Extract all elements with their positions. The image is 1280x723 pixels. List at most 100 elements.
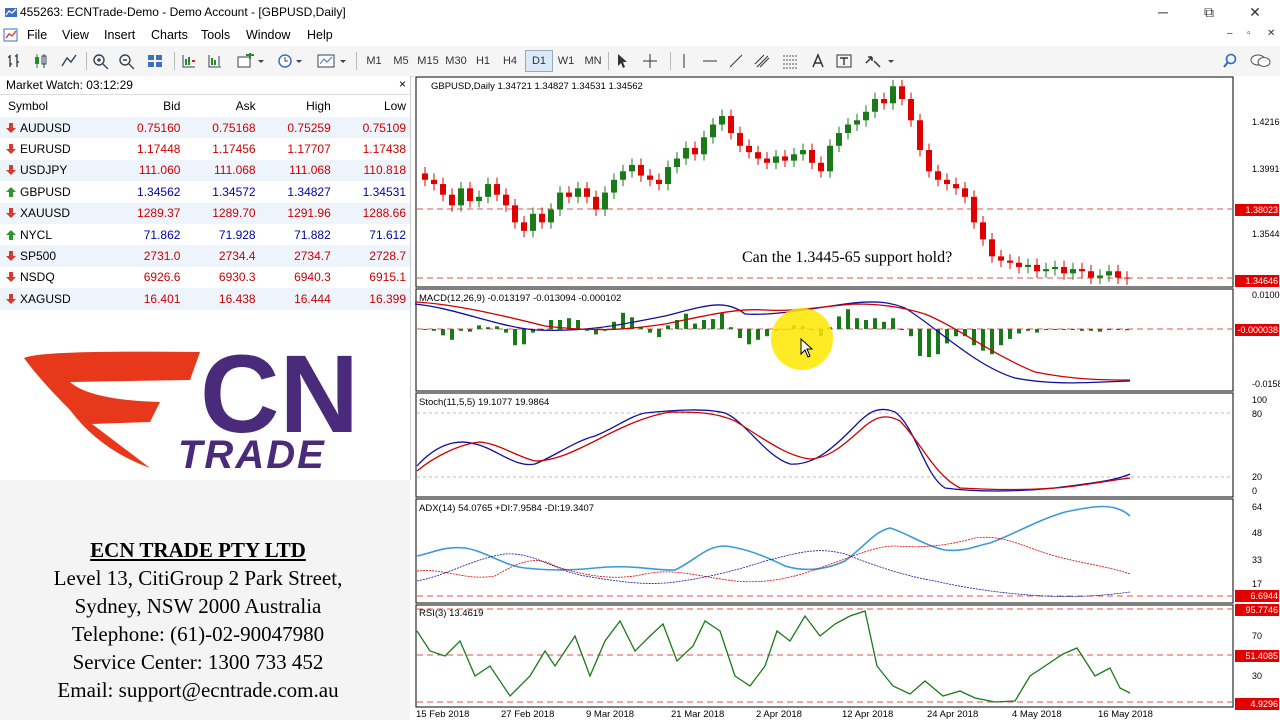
cell-text: 1.34827 (287, 184, 331, 199)
zoom-out-icon[interactable] (118, 50, 140, 72)
timeframe-h1-button[interactable]: H1 (470, 50, 496, 72)
cell-ask: 2734.4 (184, 245, 260, 267)
table-row[interactable]: EURUSD 1.17448 1.17456 1.17707 1.17438 (0, 138, 410, 160)
text-label-icon[interactable] (836, 50, 858, 72)
templates-icon[interactable] (316, 50, 350, 72)
cell-ask: 1.17456 (184, 138, 260, 160)
candle-body (710, 124, 716, 138)
timeframe-m5-button[interactable]: M5 (388, 50, 414, 72)
equidistant-channel-icon[interactable] (754, 50, 776, 72)
fibonacci-icon[interactable] (782, 50, 804, 72)
cell-text: 1.17707 (287, 142, 331, 157)
candle-body (530, 213, 536, 231)
vertical-line-icon[interactable] (676, 50, 698, 72)
date-axis-label: 24 Apr 2018 (927, 709, 979, 720)
market-watch-close-icon[interactable]: × (399, 77, 406, 91)
timeframe-mn-button[interactable]: MN (580, 50, 606, 72)
candle-body (440, 184, 446, 195)
macd-histogram-bar (1089, 329, 1093, 331)
horizontal-line-icon[interactable] (702, 50, 724, 72)
arrows-dropdown-icon[interactable] (864, 50, 900, 72)
table-row[interactable]: USDJPY 111.060 111.068 111.068 110.818 (0, 159, 410, 182)
macd-histogram-bar (846, 309, 850, 329)
candle-chart-icon[interactable] (32, 50, 54, 72)
table-header-row: Symbol Bid Ask High Low (0, 95, 410, 117)
periods-icon[interactable] (276, 50, 308, 72)
chart-annotation-text[interactable]: Can the 1.3445-65 support hold? (742, 249, 952, 267)
macd-histogram-bar (711, 319, 715, 329)
table-row[interactable]: XAGUSD 16.401 16.438 16.444 16.399 (0, 288, 410, 310)
line-chart-icon[interactable] (60, 50, 82, 72)
macd-axis-label: 0.010007 (1252, 290, 1280, 300)
mdi-restore-button[interactable]: ▫ (1247, 28, 1251, 39)
timeframe-h4-button[interactable]: H4 (497, 50, 523, 72)
text-tool-icon[interactable] (810, 50, 832, 72)
toolbar-separator (670, 52, 671, 70)
macd-histogram-bar (999, 329, 1003, 346)
adx-axis-label: 64 (1252, 502, 1263, 512)
adx-axis-label: 48 (1252, 528, 1263, 538)
date-axis-label: 12 Apr 2018 (842, 709, 894, 720)
close-button[interactable]: ✕ (1240, 3, 1270, 21)
table-row[interactable]: AUDUSD 0.75160 0.75168 0.75259 0.75109 (0, 117, 410, 139)
minimize-button[interactable]: ─ (1148, 3, 1178, 21)
chart-window[interactable]: GBPUSD,Daily 1.34721 1.34827 1.34531 1.3… (414, 76, 1280, 720)
cell-symbol: GBPUSD (0, 181, 110, 203)
candle-body (737, 133, 743, 146)
mdi-minimize-button[interactable]: – (1227, 28, 1233, 39)
cursor-arrow-icon[interactable] (614, 50, 636, 72)
candle-body (755, 152, 761, 159)
cell-symbol: SP500 (0, 245, 110, 267)
menu-insert[interactable]: Insert (104, 28, 135, 42)
tile-windows-icon[interactable] (146, 50, 168, 72)
candle-body (458, 188, 464, 206)
timeframe-m15-button[interactable]: M15 (415, 50, 441, 72)
cell-high: 16.444 (259, 288, 335, 310)
search-icon[interactable] (1222, 50, 1244, 72)
restore-button[interactable]: ⧉ (1194, 3, 1224, 21)
macd-histogram-bar (513, 329, 517, 346)
macd-histogram-bar (1098, 329, 1102, 332)
timeframe-w1-button[interactable]: W1 (553, 50, 579, 72)
candle-body (836, 133, 842, 146)
chat-icon[interactable] (1250, 50, 1276, 72)
price-axis-label: 1.35440 (1252, 229, 1280, 239)
zoom-in-icon[interactable] (92, 50, 114, 72)
menu-charts[interactable]: Charts (151, 28, 188, 42)
column-header-symbol[interactable]: Symbol (0, 95, 109, 117)
chart-shift-icon[interactable] (206, 50, 228, 72)
candle-body (485, 184, 491, 197)
timeframe-m30-button[interactable]: M30 (443, 50, 469, 72)
chart-window-icon[interactable] (3, 27, 19, 43)
table-row[interactable]: GBPUSD 1.34562 1.34572 1.34827 1.34531 (0, 181, 410, 203)
column-header-low[interactable]: Low (335, 95, 410, 117)
timeframe-m1-button[interactable]: M1 (361, 50, 387, 72)
macd-histogram-bar (504, 329, 508, 333)
menu-tools[interactable]: Tools (201, 28, 230, 42)
macd-histogram-bar (720, 312, 724, 329)
menu-window[interactable]: Window (246, 28, 290, 42)
column-header-high[interactable]: High (260, 95, 335, 117)
menu-file[interactable]: File (27, 28, 47, 42)
table-row[interactable]: SP500 2731.0 2734.4 2734.7 2728.7 (0, 245, 410, 267)
bar-chart-icon[interactable] (6, 50, 28, 72)
menu-help[interactable]: Help (307, 28, 333, 42)
candle-body (1115, 271, 1121, 278)
indicators-icon[interactable] (236, 50, 268, 72)
column-header-bid[interactable]: Bid (109, 95, 184, 117)
auto-scroll-icon[interactable] (180, 50, 202, 72)
cell-low: 110.818 (334, 159, 410, 182)
toolbar-separator (356, 52, 357, 70)
mdi-close-button[interactable]: ✕ (1267, 28, 1275, 39)
menu-view[interactable]: View (62, 28, 89, 42)
column-header-ask[interactable]: Ask (184, 95, 259, 117)
timeframe-d1-button[interactable]: D1 (525, 50, 553, 72)
table-row[interactable]: NYCL 71.862 71.928 71.882 71.612 (0, 223, 410, 246)
macd-histogram-bar (873, 318, 877, 329)
company-name: ECN TRADE PTY LTD (90, 538, 306, 562)
crosshair-icon[interactable] (642, 50, 664, 72)
candle-body (692, 147, 698, 155)
table-row[interactable]: NSDQ 6926.6 6930.3 6940.3 6915.1 (0, 266, 410, 289)
trendline-icon[interactable] (728, 50, 750, 72)
table-row[interactable]: XAUUSD 1289.37 1289.70 1291.96 1288.66 (0, 202, 410, 224)
